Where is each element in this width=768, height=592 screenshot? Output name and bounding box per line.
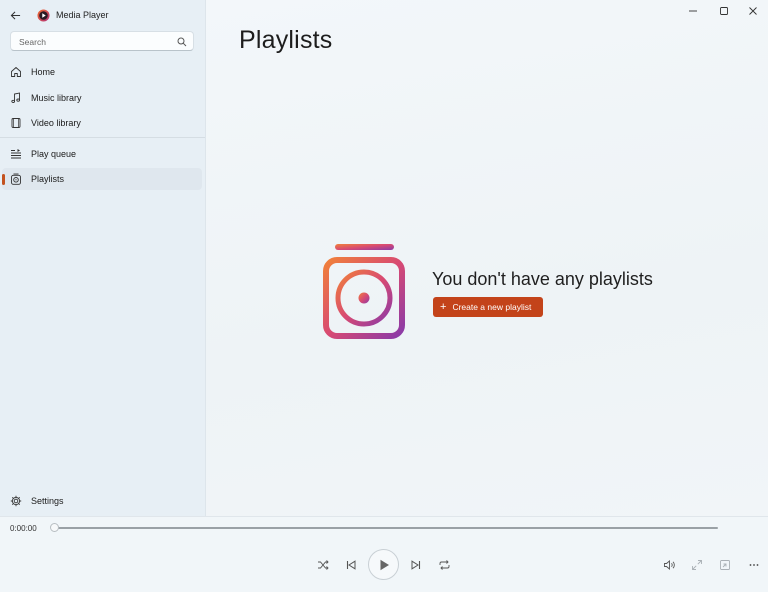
more-icon bbox=[749, 564, 759, 566]
back-button[interactable] bbox=[6, 6, 24, 24]
queue-icon bbox=[11, 149, 21, 159]
sidebar-item-label: Home bbox=[31, 67, 56, 77]
app-title: Media Player bbox=[56, 10, 109, 20]
film-icon bbox=[11, 118, 21, 128]
sidebar-item-play-queue[interactable]: Play queue bbox=[2, 143, 202, 165]
search-input[interactable] bbox=[17, 34, 171, 50]
minimize-icon bbox=[689, 10, 697, 12]
sidebar-item-home[interactable]: Home bbox=[2, 61, 202, 83]
sidebar-item-label: Play queue bbox=[31, 149, 77, 159]
repeat-button[interactable] bbox=[435, 556, 453, 574]
search-box[interactable] bbox=[10, 31, 194, 51]
fullscreen-button[interactable] bbox=[688, 556, 706, 574]
sidebar-divider bbox=[0, 137, 205, 138]
next-button[interactable] bbox=[407, 556, 425, 574]
music-note-icon bbox=[11, 92, 21, 103]
close-button[interactable] bbox=[743, 2, 763, 20]
maximize-button[interactable] bbox=[714, 2, 734, 20]
sidebar-item-music-library[interactable]: Music library bbox=[2, 87, 202, 109]
sidebar: Media Player Home Music library bbox=[0, 0, 206, 516]
more-options-button[interactable] bbox=[745, 556, 763, 574]
shuffle-icon bbox=[318, 560, 329, 570]
next-icon bbox=[411, 560, 421, 570]
create-playlist-button[interactable]: + Create a new playlist bbox=[433, 297, 543, 317]
title-bar: Media Player bbox=[0, 0, 205, 30]
empty-state-message: You don't have any playlists bbox=[432, 269, 653, 289]
volume-icon bbox=[663, 560, 675, 570]
mini-player-button[interactable] bbox=[716, 556, 734, 574]
maximize-icon bbox=[720, 7, 728, 15]
volume-button[interactable] bbox=[660, 556, 678, 574]
current-time: 0:00:00 bbox=[10, 524, 37, 533]
seek-bar[interactable] bbox=[56, 527, 718, 529]
sidebar-item-settings[interactable]: Settings bbox=[2, 490, 202, 512]
gear-icon bbox=[10, 495, 22, 507]
sidebar-item-label: Playlists bbox=[31, 174, 65, 184]
play-icon bbox=[380, 559, 389, 570]
minimize-button[interactable] bbox=[683, 2, 703, 20]
main-content: Playlists You don't have any playlists +… bbox=[206, 0, 768, 516]
plus-icon: + bbox=[440, 301, 447, 313]
playlist-illustration-icon bbox=[323, 244, 405, 339]
close-icon bbox=[749, 7, 757, 15]
seek-thumb[interactable] bbox=[50, 523, 59, 532]
play-button[interactable] bbox=[368, 549, 399, 580]
media-player-logo bbox=[37, 9, 50, 22]
search-icon[interactable] bbox=[177, 37, 187, 47]
previous-icon bbox=[346, 560, 356, 570]
sidebar-item-label: Music library bbox=[31, 93, 82, 103]
arrow-left-icon bbox=[10, 10, 20, 20]
sidebar-item-label: Video library bbox=[31, 118, 81, 128]
sidebar-item-playlists[interactable]: Playlists bbox=[2, 168, 202, 190]
repeat-icon bbox=[439, 560, 449, 570]
sidebar-item-video-library[interactable]: Video library bbox=[2, 112, 202, 134]
expand-icon bbox=[692, 560, 702, 570]
media-player-window: Media Player Home Music library bbox=[0, 0, 768, 592]
home-icon bbox=[11, 67, 21, 77]
sidebar-item-label: Settings bbox=[31, 496, 64, 506]
shuffle-button[interactable] bbox=[314, 556, 332, 574]
playlist-icon bbox=[11, 173, 21, 185]
player-bar: 0:00:00 bbox=[0, 516, 768, 592]
page-title: Playlists bbox=[239, 26, 333, 54]
mini-player-icon bbox=[720, 560, 730, 570]
previous-button[interactable] bbox=[342, 556, 360, 574]
create-playlist-label: Create a new playlist bbox=[452, 302, 532, 312]
